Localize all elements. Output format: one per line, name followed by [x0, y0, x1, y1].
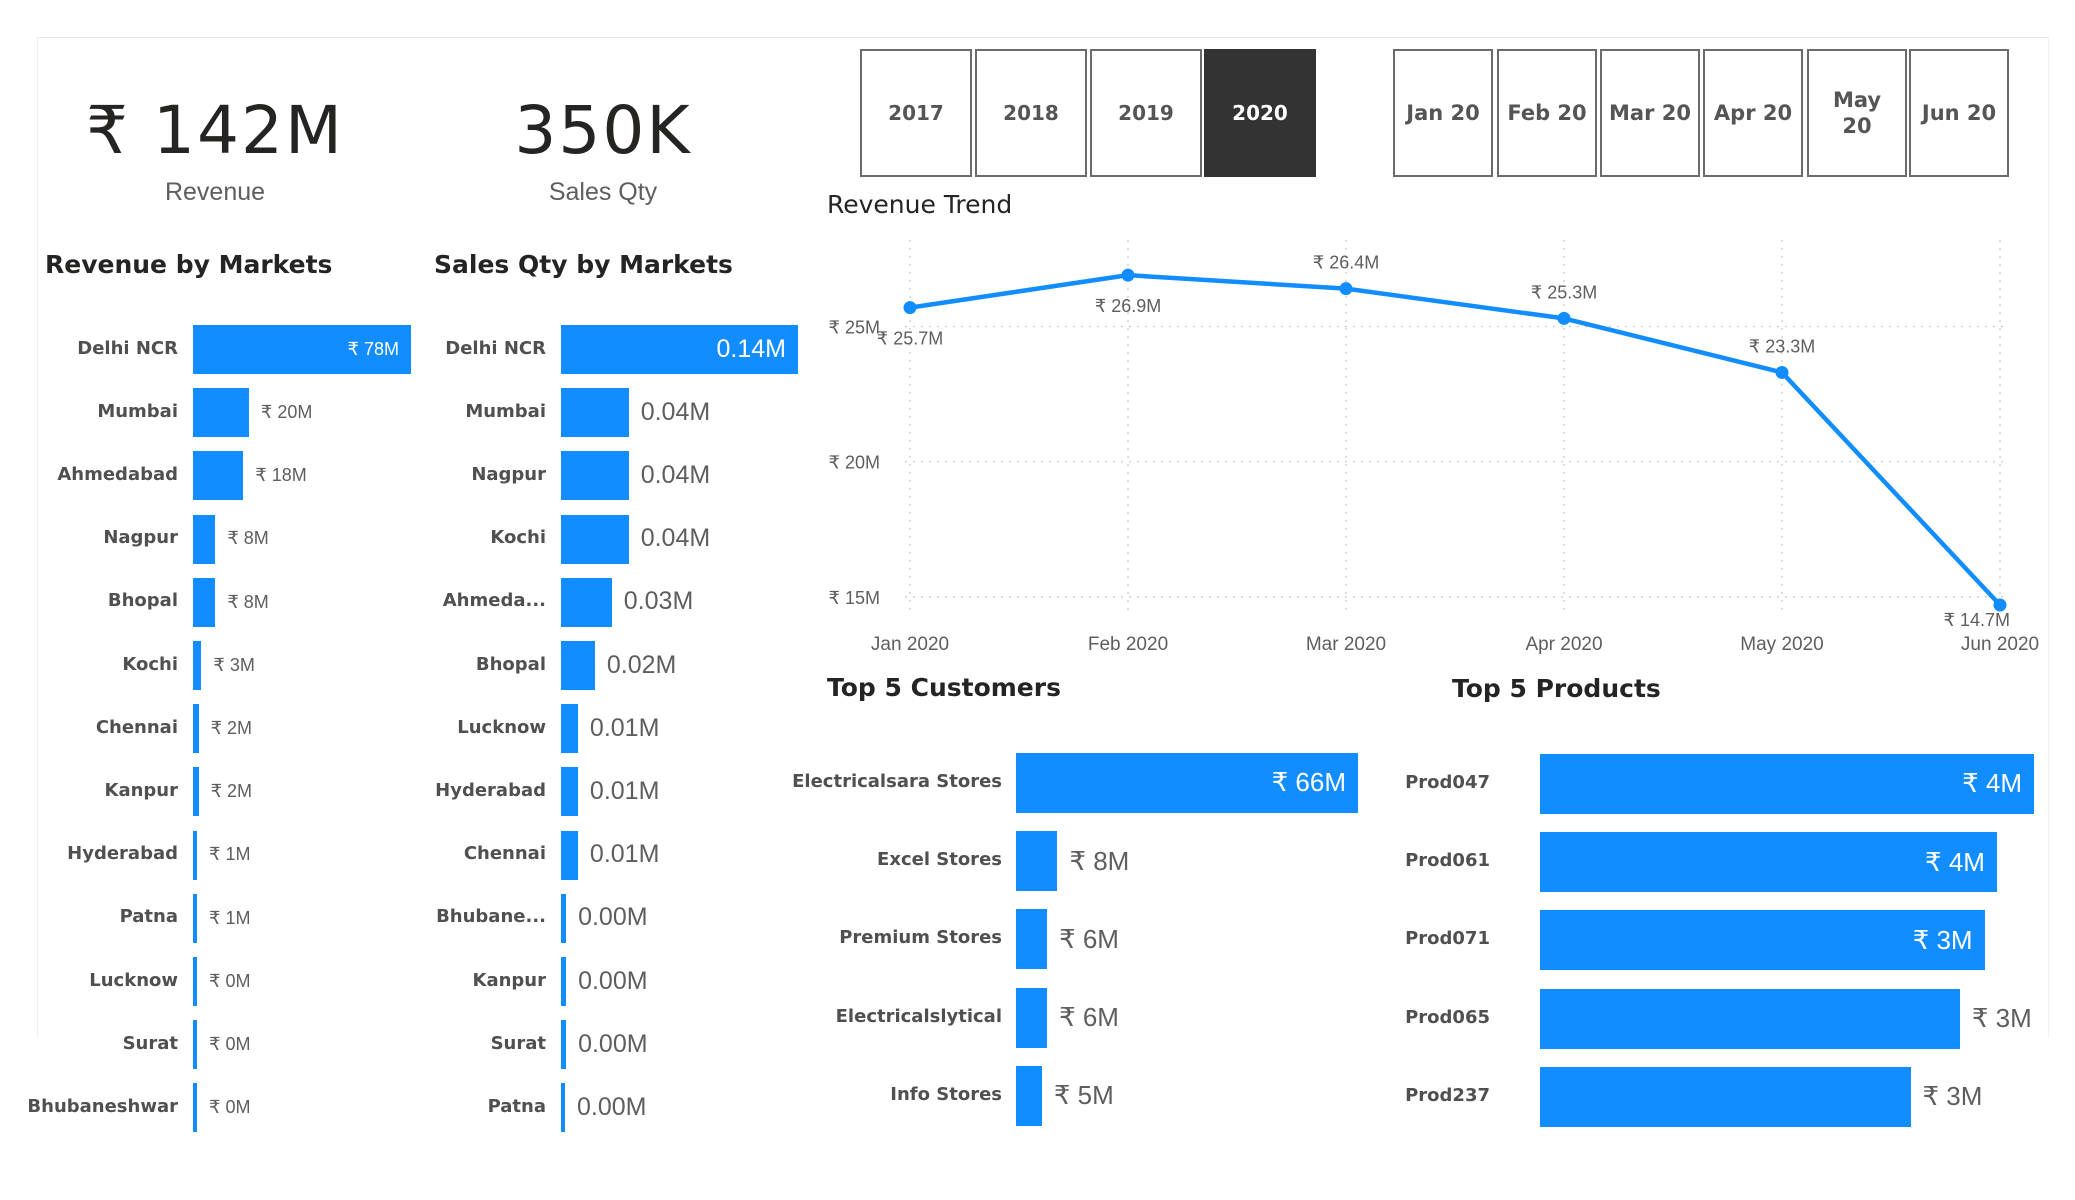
- point-data-label: ₹ 25.7M: [877, 329, 943, 349]
- x-tick-label: Feb 2020: [1088, 634, 1168, 655]
- data-point: [1339, 282, 1353, 296]
- point-data-label: ₹ 25.3M: [1531, 282, 1597, 302]
- point-data-label: ₹ 26.4M: [1313, 253, 1379, 273]
- data-point: [1121, 268, 1135, 282]
- x-tick-label: Jan 2020: [871, 634, 949, 655]
- x-tick-label: Jun 2020: [1961, 634, 2039, 655]
- x-tick-label: Mar 2020: [1306, 634, 1386, 655]
- revenue-trend-line: [909, 272, 2002, 607]
- data-point: [903, 301, 917, 315]
- y-tick-label: ₹ 20M: [829, 453, 880, 473]
- x-tick-label: Apr 2020: [1525, 634, 1602, 655]
- y-tick-label: ₹ 25M: [829, 318, 880, 338]
- x-tick-label: May 2020: [1740, 634, 1823, 655]
- point-data-label: ₹ 23.3M: [1749, 336, 1815, 356]
- data-point: [1557, 311, 1571, 325]
- point-data-label: ₹ 14.7M: [1944, 610, 2010, 630]
- data-point: [1775, 365, 1789, 379]
- point-data-label: ₹ 26.9M: [1095, 296, 1161, 316]
- revenue-trend-chart: ₹ 15M ₹ 20M ₹ 25M Jan 2020 Feb 2020 Mar 2020 A…: [829, 240, 2039, 655]
- y-tick-label: ₹ 15M: [829, 588, 880, 608]
